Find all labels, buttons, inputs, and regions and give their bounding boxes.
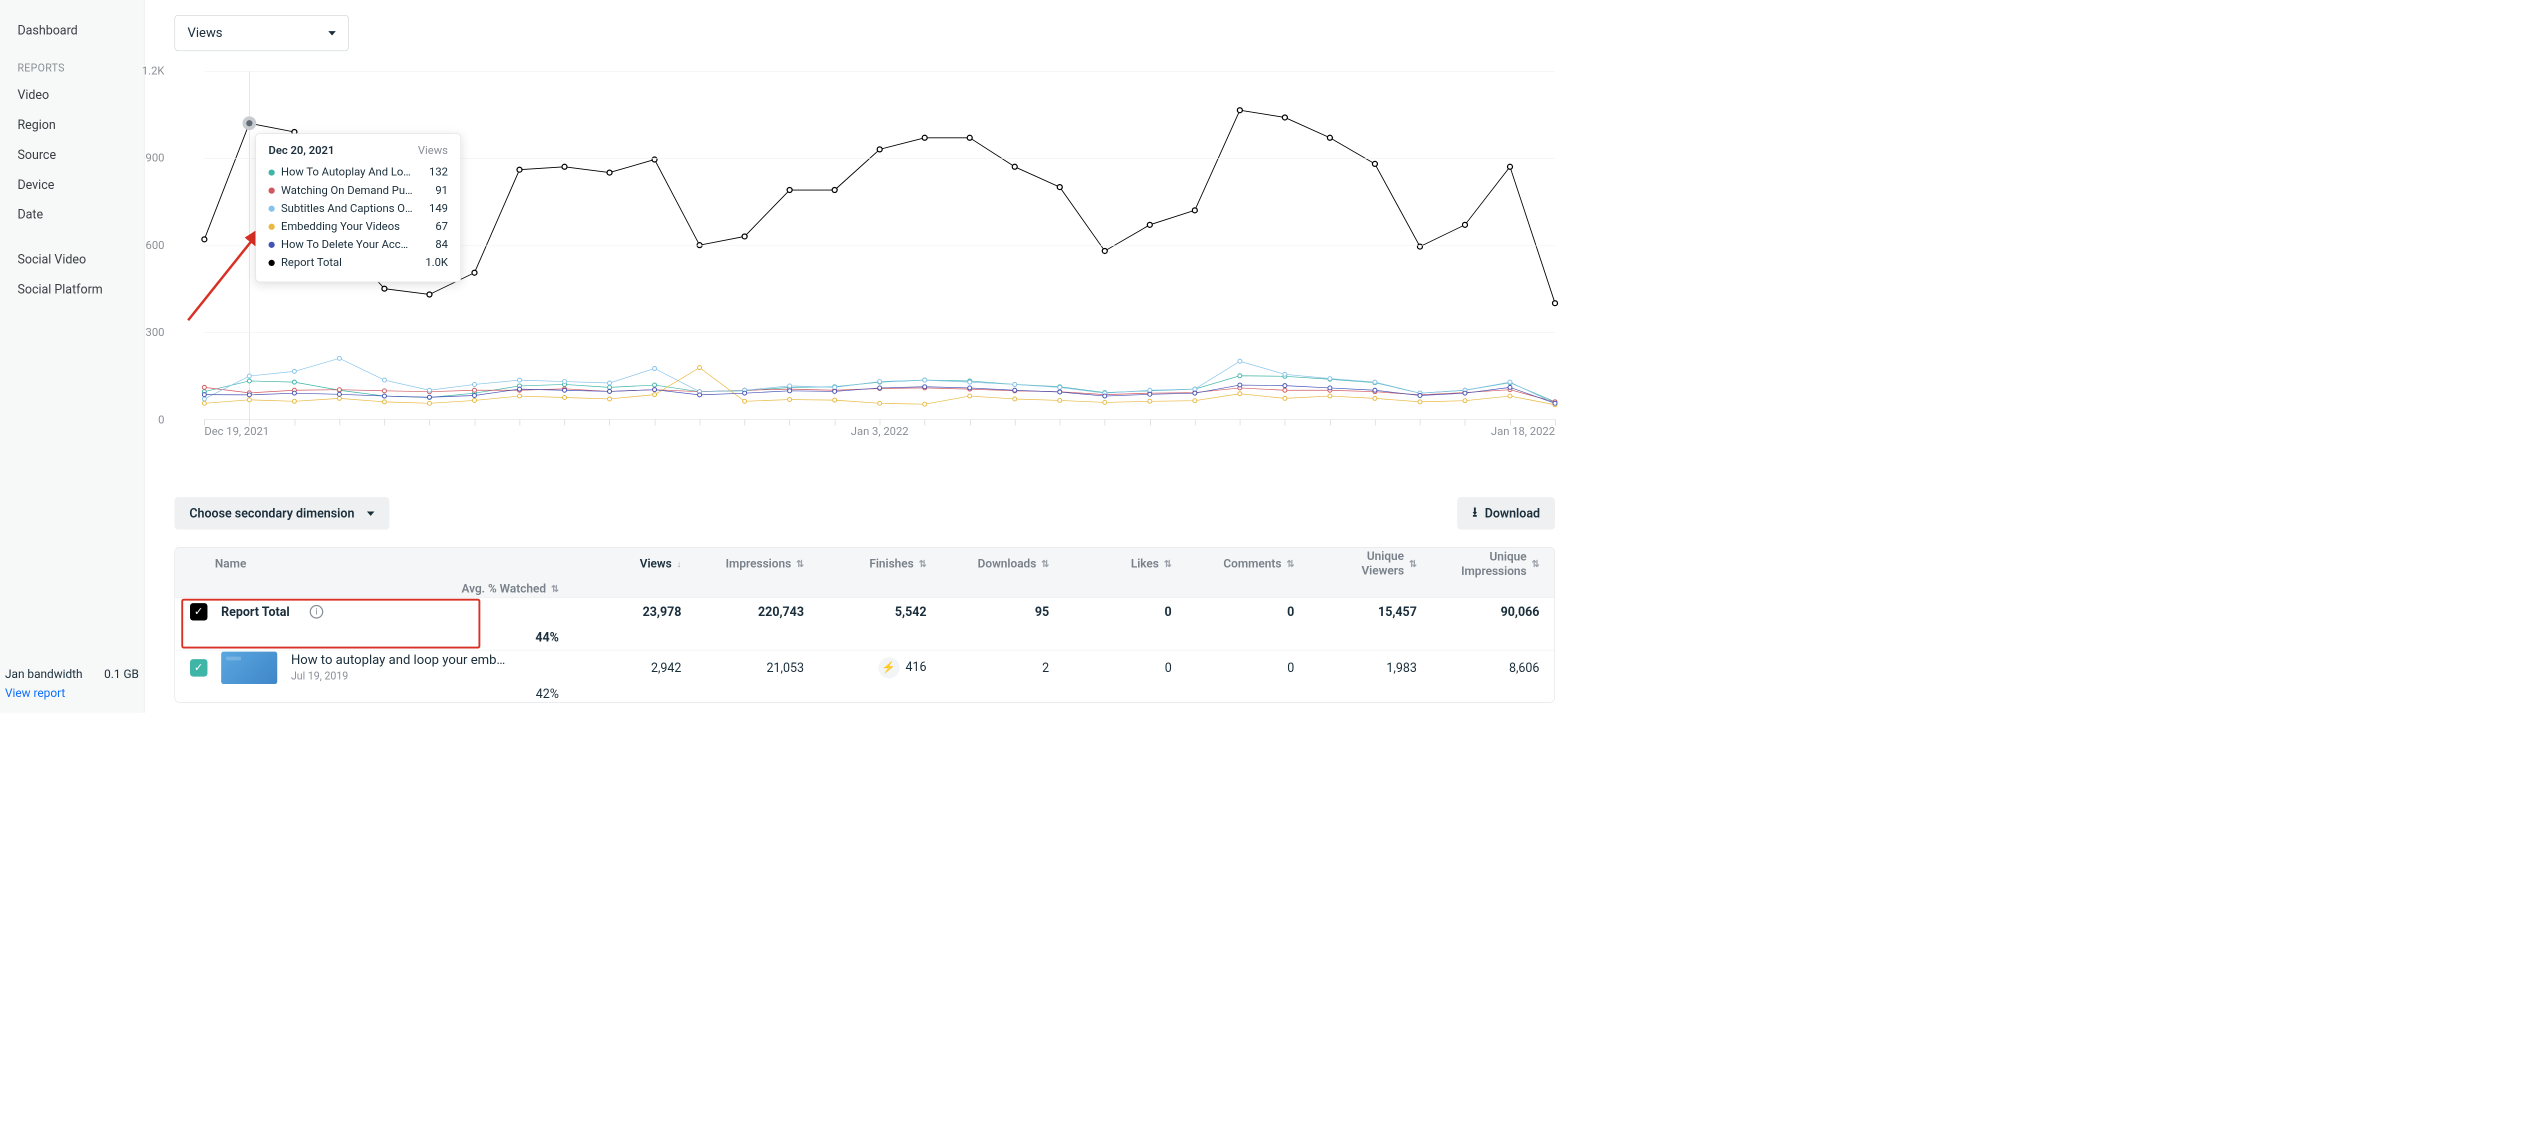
col-comments[interactable]: Comments⇅ — [1187, 556, 1310, 570]
table-row[interactable]: ✓ How to autoplay and loop your emb… Jul… — [175, 650, 1554, 702]
table-tools: Choose secondary dimension ⭳ Download — [174, 497, 1555, 529]
col-unique-viewers[interactable]: Unique Viewers⇅ — [1309, 549, 1432, 577]
col-avg-watched[interactable]: Avg. % Watched⇅ — [175, 581, 574, 595]
total-row-name: Report Total — [221, 604, 289, 619]
x-axis-tick: Jan 3, 2022 — [851, 425, 909, 438]
sidebar-section-reports: REPORTS — [0, 45, 144, 80]
sidebar-item-device[interactable]: Device — [0, 169, 144, 199]
sidebar-item-source[interactable]: Source — [0, 140, 144, 170]
tooltip-row: Embedding Your Videos 67 — [269, 217, 448, 235]
chevron-down-icon — [328, 31, 335, 35]
secondary-dimension-select[interactable]: Choose secondary dimension — [174, 497, 389, 529]
legend-dot — [269, 187, 275, 193]
tooltip-date: Dec 20, 2021 — [269, 144, 335, 157]
download-icon: ⭳ — [1472, 502, 1477, 526]
legend-dot — [269, 169, 275, 175]
video-date: Jul 19, 2019 — [291, 670, 505, 682]
tooltip-row: Watching On Demand Purcha… 91 — [269, 181, 448, 199]
sort-icon: ⇅ — [551, 583, 559, 594]
sidebar-item-date[interactable]: Date — [0, 199, 144, 229]
views-chart[interactable]: 03006009001.2K Dec 19, 2021Jan 3, 2022Ja… — [174, 71, 1555, 445]
sort-icon: ⇅ — [919, 558, 927, 569]
bandwidth-label: Jan bandwidth — [5, 667, 83, 681]
sort-icon: ⇅ — [1164, 558, 1172, 569]
arrow-down-icon: ↓ — [677, 558, 682, 569]
tooltip-row: How To Delete Your Account 84 — [269, 235, 448, 253]
chevron-down-icon — [367, 511, 374, 515]
y-axis-tick: 900 — [130, 152, 165, 165]
tooltip-row: Report Total 1.0K — [269, 254, 448, 272]
legend-dot — [269, 259, 275, 265]
sidebar-item-video[interactable]: Video — [0, 80, 144, 110]
x-axis-tick: Jan 18, 2022 — [1491, 425, 1555, 438]
col-likes[interactable]: Likes⇅ — [1064, 556, 1187, 570]
y-axis-tick: 300 — [130, 326, 165, 339]
videos-table: Name Views ↓ Impressions⇅ Finishes⇅ Down… — [174, 547, 1555, 703]
row-checkbox[interactable]: ✓ — [190, 659, 207, 676]
sidebar-item-region[interactable]: Region — [0, 110, 144, 140]
info-icon[interactable]: i — [310, 605, 324, 619]
sort-icon: ⇅ — [796, 558, 804, 569]
video-title: How to autoplay and loop your emb… — [291, 653, 505, 668]
view-report-link[interactable]: View report — [5, 683, 139, 700]
legend-dot — [269, 241, 275, 247]
y-axis-tick: 0 — [130, 413, 165, 426]
col-name[interactable]: Name — [175, 556, 574, 570]
video-thumbnail[interactable] — [221, 652, 277, 684]
download-button[interactable]: ⭳ Download — [1457, 497, 1555, 529]
row-checkbox[interactable]: ✓ — [190, 603, 207, 620]
sidebar-item-social-video[interactable]: Social Video — [0, 244, 144, 274]
col-downloads[interactable]: Downloads⇅ — [942, 556, 1065, 570]
sort-icon: ⇅ — [1532, 558, 1540, 569]
y-axis-tick: 1.2K — [130, 64, 165, 77]
col-impressions[interactable]: Impressions⇅ — [696, 556, 819, 570]
chart-tooltip: Dec 20, 2021 Views How To Autoplay And L… — [255, 133, 461, 282]
sort-icon: ⇅ — [1286, 558, 1294, 569]
metric-select-value: Views — [188, 26, 223, 41]
main-content: Views 03006009001.2K Dec 19, 2021Jan 3, … — [145, 0, 1573, 713]
sidebar-item-social-platform[interactable]: Social Platform — [0, 274, 144, 304]
legend-dot — [269, 205, 275, 211]
table-total-row: ✓ Report Total i 23,978 220,743 5,542 95… — [175, 597, 1554, 649]
lightning-icon: ⚡ — [878, 657, 899, 678]
col-views[interactable]: Views ↓ — [574, 556, 697, 570]
tooltip-row: How To Autoplay And Loop Y… 132 — [269, 163, 448, 181]
col-finishes[interactable]: Finishes⇅ — [819, 556, 942, 570]
y-axis-tick: 600 — [130, 239, 165, 252]
col-unique-impressions[interactable]: Unique Impressions⇅ — [1432, 549, 1555, 578]
bandwidth-row: Jan bandwidth 0.1 GB — [5, 664, 139, 683]
bandwidth-value: 0.1 GB — [104, 667, 139, 681]
table-header: Name Views ↓ Impressions⇅ Finishes⇅ Down… — [175, 548, 1554, 598]
sort-icon: ⇅ — [1409, 558, 1417, 569]
metric-select[interactable]: Views — [174, 15, 348, 51]
sidebar: Dashboard REPORTS VideoRegionSourceDevic… — [0, 0, 145, 713]
legend-dot — [269, 223, 275, 229]
tooltip-metric: Views — [418, 144, 448, 157]
sidebar-item-dashboard[interactable]: Dashboard — [0, 15, 144, 45]
tooltip-row: Subtitles And Captions Overvi… 149 — [269, 199, 448, 217]
sort-icon: ⇅ — [1041, 558, 1049, 569]
x-axis-tick: Dec 19, 2021 — [204, 425, 269, 438]
